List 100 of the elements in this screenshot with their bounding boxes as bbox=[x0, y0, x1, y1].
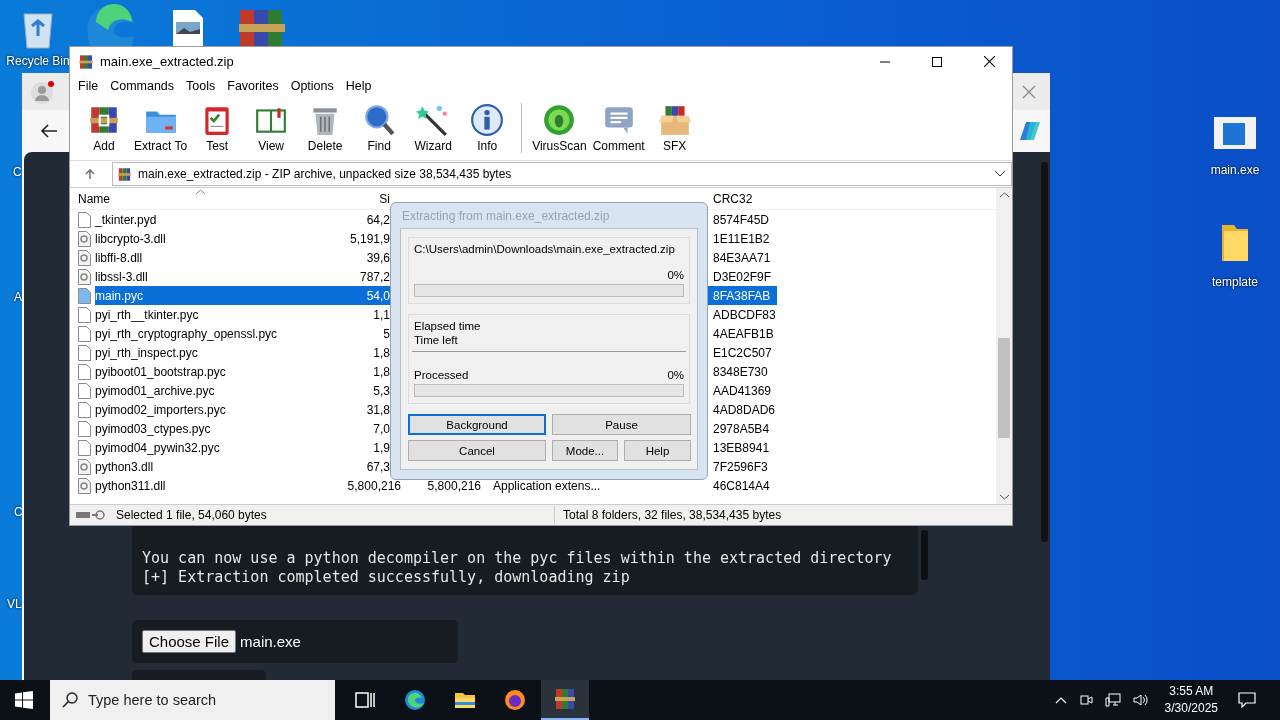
magnifier-icon bbox=[362, 103, 397, 137]
file-icon bbox=[78, 401, 91, 418]
menu-item[interactable]: Favorites bbox=[221, 79, 285, 93]
sort-caret-icon bbox=[196, 189, 205, 194]
address-field[interactable]: main.exe_extracted.zip - ZIP archive, unpacked size 38,534,435 bytes bbox=[112, 162, 1012, 186]
scrollbar[interactable] bbox=[996, 188, 1012, 504]
toolbar-button[interactable]: Extract To bbox=[132, 103, 190, 153]
terminal-line: [+] Extraction completed successfully, downloading zip bbox=[142, 568, 631, 587]
scrollbar-thumb[interactable] bbox=[1041, 162, 1048, 542]
back-arrow-icon[interactable] bbox=[40, 123, 58, 139]
toolbar-button[interactable]: SFX bbox=[648, 103, 701, 153]
status-text: Selected 1 file, 54,060 bytes bbox=[116, 508, 268, 522]
icon-label: Recycle Bin bbox=[6, 54, 70, 68]
toolbar-button[interactable]: Wizard bbox=[407, 103, 460, 153]
file-name[interactable]: pyiboot01_bootstrap.pyc bbox=[95, 364, 226, 379]
books-icon[interactable] bbox=[238, 10, 286, 46]
chevron-up-icon[interactable] bbox=[1054, 696, 1067, 704]
dialog-button[interactable]: Mode... bbox=[552, 440, 618, 461]
table-cell-text: 7F2596F3 bbox=[712, 458, 769, 476]
column-header[interactable]: Si bbox=[327, 188, 405, 209]
drive-icon bbox=[76, 510, 108, 520]
icon-label: C bbox=[13, 165, 22, 179]
file-name[interactable]: pyi_rth__tkinter.pyc bbox=[95, 307, 199, 322]
icon-label: template bbox=[1212, 275, 1258, 289]
scroll-down-icon[interactable] bbox=[999, 494, 1009, 500]
up-arrow-icon[interactable] bbox=[84, 168, 96, 180]
table-cell-text: 787,2 bbox=[358, 268, 391, 286]
menu-item[interactable]: Tools bbox=[180, 79, 222, 93]
icon-label: A bbox=[14, 290, 22, 304]
percent-text: 0% bbox=[667, 368, 684, 382]
toolbar-button[interactable]: View bbox=[245, 103, 298, 153]
network-icon[interactable] bbox=[1104, 693, 1121, 707]
file-name[interactable]: pyimod03_ctypes.pyc bbox=[95, 421, 211, 436]
folder-icon[interactable] bbox=[1220, 223, 1250, 263]
toolbar-button[interactable]: Add bbox=[78, 103, 130, 153]
file-name[interactable]: python311.dll bbox=[95, 478, 166, 493]
browser-icon bbox=[403, 688, 427, 712]
clock-date[interactable]: 3/30/2025 bbox=[1164, 700, 1218, 717]
toolbar-button[interactable]: Delete bbox=[299, 103, 352, 153]
window-icon[interactable] bbox=[1213, 115, 1257, 151]
close-icon[interactable] bbox=[1022, 84, 1036, 99]
toolbar-button[interactable]: VirusScan bbox=[530, 103, 589, 153]
file-icon bbox=[78, 439, 91, 456]
toolbar-button[interactable]: Info bbox=[461, 103, 514, 153]
file-name[interactable]: pyi_rth_cryptography_openssl.pyc bbox=[95, 326, 278, 341]
icon-label: C bbox=[14, 505, 23, 519]
file-name[interactable]: pyimod04_pywin32.pyc bbox=[95, 440, 220, 455]
file-name[interactable]: _tkinter.pyd bbox=[95, 212, 157, 227]
file-name[interactable]: libssl-3.dll bbox=[95, 269, 148, 284]
clock-time[interactable]: 3:55 AM bbox=[1169, 683, 1214, 700]
menu-item[interactable]: Options bbox=[284, 79, 340, 93]
table-cell-text: 1,8 bbox=[372, 363, 391, 381]
dialog-button[interactable]: Help bbox=[624, 440, 691, 461]
toolbar-button[interactable]: Find bbox=[353, 103, 406, 153]
icon-label: VL bbox=[7, 597, 22, 611]
file-icon bbox=[78, 344, 91, 361]
dialog-button[interactable]: Cancel bbox=[408, 440, 546, 461]
label: Processed bbox=[414, 368, 469, 382]
table-cell-text: 1E11E1B2 bbox=[712, 230, 771, 248]
file-name[interactable]: pyimod01_archive.pyc bbox=[95, 383, 215, 398]
file-name[interactable]: libcrypto-3.dll bbox=[95, 231, 166, 246]
file-name[interactable]: libffi-8.dll bbox=[95, 250, 143, 265]
file-name[interactable]: pyimod02_importers.pyc bbox=[95, 402, 226, 417]
avatar-icon[interactable] bbox=[30, 78, 56, 105]
chevron-down-icon bbox=[995, 171, 1005, 177]
search-field[interactable]: Type here to search bbox=[50, 680, 335, 720]
menu-item[interactable]: File bbox=[72, 79, 105, 93]
dialog-button[interactable]: Pause bbox=[552, 414, 691, 435]
windows-logo-icon bbox=[15, 691, 33, 709]
label: Elapsed time bbox=[414, 319, 482, 333]
scroll-up-icon[interactable] bbox=[999, 192, 1009, 198]
image-file-icon[interactable] bbox=[171, 10, 205, 46]
column-header[interactable]: CRC32 bbox=[707, 188, 777, 209]
table-cell-text: E1C2C507 bbox=[712, 344, 773, 362]
table-cell-text: 5,800,216 bbox=[346, 477, 402, 495]
file-name[interactable]: main.pyc bbox=[95, 286, 327, 305]
books-icon bbox=[78, 53, 94, 70]
choose-file-button[interactable]: Choose File bbox=[142, 630, 237, 653]
scrollbar-thumb[interactable] bbox=[998, 338, 1010, 438]
window-title: main.exe_extracted.zip bbox=[100, 54, 234, 69]
table-cell-text: 8348E730 bbox=[712, 363, 769, 381]
file-name[interactable]: python3.dll bbox=[95, 459, 154, 474]
column-header[interactable]: Name bbox=[70, 188, 327, 209]
status-text: Total 8 folders, 32 files, 38,534,435 bytes bbox=[563, 508, 782, 522]
menu-item[interactable]: Help bbox=[339, 79, 378, 93]
scrollbar-thumb[interactable] bbox=[921, 530, 928, 580]
toolbar-button[interactable]: Comment bbox=[590, 103, 647, 153]
table-cell-text: 1,8 bbox=[372, 344, 391, 362]
dialog-button[interactable]: Background bbox=[408, 414, 546, 435]
taskbar-button[interactable] bbox=[541, 680, 589, 720]
search-icon bbox=[62, 692, 78, 708]
menu-item[interactable]: Commands bbox=[104, 79, 181, 93]
toolbar-button[interactable]: Test bbox=[191, 103, 244, 153]
gear-file-icon bbox=[78, 477, 91, 494]
percent-text: 0% bbox=[667, 268, 684, 282]
speaker-icon[interactable] bbox=[1132, 693, 1149, 707]
file-name[interactable]: pyi_rth_inspect.pyc bbox=[95, 345, 198, 360]
notification-icon[interactable] bbox=[1238, 692, 1256, 708]
camera-icon[interactable] bbox=[1078, 693, 1093, 707]
table-cell-text: 7,0 bbox=[372, 420, 391, 438]
